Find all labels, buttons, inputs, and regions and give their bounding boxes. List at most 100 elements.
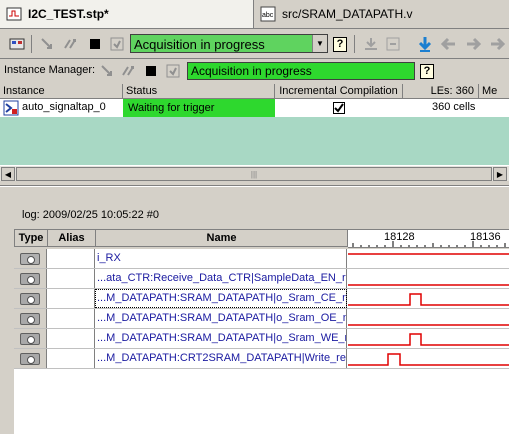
acquisition-status-value: Acquisition in progress — [134, 37, 265, 52]
incremental-compilation-checkbox[interactable] — [333, 102, 345, 114]
signal-waveform[interactable] — [348, 349, 509, 368]
scrollbar-thumb[interactable]: ||| — [16, 167, 492, 181]
run-once-icon — [41, 38, 52, 49]
instance-les: 360 cells — [432, 101, 476, 113]
signal-type-cell — [14, 349, 47, 368]
signal-name[interactable]: ...M_DATAPATH:SRAM_DATAPATH|o_Sram_OE_n — [95, 309, 347, 328]
tab-divider — [0, 28, 509, 29]
column-header-memory[interactable]: Me — [479, 84, 509, 99]
help-button[interactable]: ? — [331, 35, 349, 53]
pane-splitter[interactable] — [0, 185, 509, 187]
signal-waveform[interactable] — [348, 289, 509, 308]
instance-list-empty-area — [0, 117, 509, 165]
read-data-icon — [166, 64, 180, 78]
signal-alias-cell[interactable] — [47, 269, 95, 288]
signal-type-cell — [14, 309, 47, 328]
time-tick-label: 18136 — [470, 231, 501, 243]
signal-name[interactable]: i_RX — [95, 249, 347, 268]
arrow-right-icon — [467, 37, 481, 51]
signal-name[interactable]: ...ata_CTR:Receive_Data_CTR|SampleData_E… — [95, 269, 347, 288]
scroll-right-icon[interactable]: ▶ — [493, 167, 507, 181]
signal-type-cell — [14, 329, 47, 348]
signal-waveform[interactable] — [348, 329, 509, 348]
scroll-left-icon[interactable]: ◀ — [1, 167, 15, 181]
column-header-status[interactable]: Status — [123, 84, 275, 99]
instance-setup-icon — [9, 38, 25, 50]
signal-row[interactable]: ...M_DATAPATH:CRT2SRAM_DATAPATH|Write_re… — [14, 349, 509, 369]
scan-chain-icon — [386, 37, 400, 51]
instance-manager-label: Instance Manager: — [4, 64, 96, 76]
column-header-type[interactable]: Type — [14, 229, 48, 247]
column-header-alias[interactable]: Alias — [47, 229, 96, 247]
insert-marker-button[interactable] — [416, 35, 434, 53]
column-header-name[interactable]: Name — [95, 229, 348, 247]
signal-alias-cell[interactable] — [47, 289, 95, 308]
waveform-trace — [348, 353, 509, 366]
svg-text:abc: abc — [262, 12, 274, 19]
instance-horizontal-scrollbar[interactable]: ◀ ||| ▶ — [0, 165, 509, 181]
im-autorun-button[interactable] — [120, 62, 138, 80]
help-icon: ? — [420, 63, 434, 79]
verilog-file-icon: abc — [260, 6, 276, 22]
signal-name[interactable]: ...M_DATAPATH:SRAM_DATAPATH|o_Sram_WE_n — [95, 329, 347, 348]
signal-type-cell — [14, 289, 47, 308]
stop-analysis-button[interactable] — [86, 35, 104, 53]
register-node-icon — [20, 332, 40, 345]
stop-icon — [90, 39, 100, 49]
time-tick-label: 18128 — [384, 231, 415, 243]
setup-button[interactable] — [8, 35, 26, 53]
instance-row[interactable]: auto_signaltap_0 Waiting for trigger 360… — [0, 99, 509, 117]
im-read-data-button[interactable] — [164, 62, 182, 80]
scan-chain-button[interactable] — [384, 35, 402, 53]
im-stop-button[interactable] — [142, 62, 160, 80]
run-once-icon — [101, 65, 112, 76]
instance-status: Waiting for trigger — [123, 99, 275, 117]
program-device-button[interactable] — [362, 35, 380, 53]
input-node-icon — [20, 252, 40, 265]
signal-waveform[interactable] — [348, 249, 509, 268]
arrow-down-icon — [418, 37, 432, 52]
signal-name[interactable]: ...M_DATAPATH:SRAM_DATAPATH|o_Sram_CE_n — [95, 289, 347, 308]
column-header-incremental[interactable]: Incremental Compilation — [275, 84, 403, 99]
signal-waveform[interactable] — [348, 309, 509, 328]
chevron-down-icon[interactable]: ▼ — [312, 35, 327, 52]
next-transition-button[interactable] — [464, 35, 482, 53]
previous-transition-button[interactable] — [440, 35, 458, 53]
signal-row[interactable]: i_RX — [14, 249, 509, 269]
autorun-analysis-button[interactable] — [62, 35, 80, 53]
run-analysis-button[interactable] — [38, 35, 56, 53]
column-header-instance[interactable]: Instance — [0, 84, 123, 99]
signal-name[interactable]: ...M_DATAPATH:CRT2SRAM_DATAPATH|Write_re… — [95, 349, 347, 368]
read-data-button[interactable] — [108, 35, 126, 53]
signal-alias-cell[interactable] — [47, 309, 95, 328]
signal-row[interactable]: ...M_DATAPATH:SRAM_DATAPATH|o_Sram_WE_n — [14, 329, 509, 349]
waveform-trace — [348, 333, 509, 346]
register-node-icon — [20, 352, 40, 365]
im-run-button[interactable] — [98, 62, 116, 80]
instance-name: auto_signaltap_0 — [22, 101, 106, 113]
im-help-button[interactable]: ? — [418, 62, 436, 80]
overflow-toolbar-button[interactable] — [488, 35, 506, 53]
register-node-icon — [20, 272, 40, 285]
signal-type-cell — [14, 249, 47, 268]
tab-label: src/SRAM_DATAPATH.v — [282, 7, 413, 21]
signal-row[interactable]: ...M_DATAPATH:SRAM_DATAPATH|o_Sram_OE_n — [14, 309, 509, 329]
instance-manager-status: Acquisition in progress — [187, 62, 415, 80]
signal-list-empty-area — [14, 369, 509, 434]
waveform-trace — [348, 293, 509, 306]
signal-row[interactable]: ...M_DATAPATH:SRAM_DATAPATH|o_Sram_CE_n — [14, 289, 509, 309]
signal-alias-cell[interactable] — [47, 349, 95, 368]
check-icon — [334, 103, 344, 113]
signal-waveform[interactable] — [348, 269, 509, 288]
acquisition-status-combo[interactable]: Acquisition in progress ▼ — [130, 34, 328, 53]
signal-alias-cell[interactable] — [47, 249, 95, 268]
tab-i2c-test[interactable]: I2C_TEST.stp* — [0, 0, 254, 28]
signal-alias-cell[interactable] — [47, 329, 95, 348]
toolbar-divider — [0, 58, 509, 59]
signal-row[interactable]: ...ata_CTR:Receive_Data_CTR|SampleData_E… — [14, 269, 509, 289]
tab-sram-datapath[interactable]: abc src/SRAM_DATAPATH.v — [254, 0, 509, 28]
time-ruler[interactable]: 18128 18136 — [348, 229, 509, 248]
stop-icon — [146, 66, 156, 76]
column-header-les[interactable]: LEs: 360 — [403, 84, 479, 99]
autorun-icon — [122, 66, 134, 76]
